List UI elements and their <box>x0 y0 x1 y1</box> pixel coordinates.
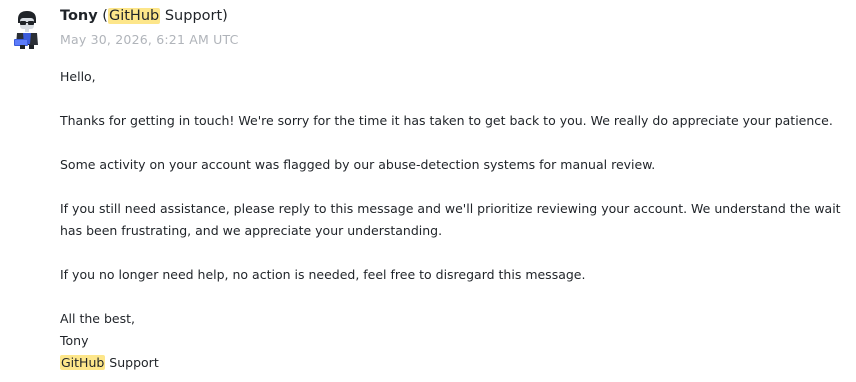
message-header: Tony (GitHub Support) May 30, 2026, 6:21… <box>60 6 239 48</box>
message-timestamp[interactable]: May 30, 2026, 6:21 AM UTC <box>60 32 239 48</box>
signature-org-highlight: GitHub <box>60 355 106 370</box>
signature-org: GitHub Support <box>60 352 850 374</box>
sender-line: Tony (GitHub Support) <box>60 6 239 26</box>
message-paragraph: If you no longer need help, no action is… <box>60 267 586 282</box>
message-signoff: All the best, <box>60 311 135 326</box>
message-paragraph: Some activity on your account was flagge… <box>60 157 656 172</box>
sender-avatar[interactable] <box>11 9 43 49</box>
message-greeting: Hello, <box>60 69 96 84</box>
sender-name[interactable]: Tony <box>60 8 98 24</box>
signature-name: Tony <box>60 333 89 348</box>
sender-org-highlight: GitHub <box>107 8 161 24</box>
signature-org-rest: Support <box>105 355 159 370</box>
message-paragraph: If you still need assistance, please rep… <box>60 201 841 238</box>
sender-paren-close: ) <box>222 8 228 24</box>
message-body: Hello, Thanks for getting in touch! We'r… <box>60 66 850 374</box>
hacker-avatar-icon <box>14 11 38 49</box>
message-paragraph: Thanks for getting in touch! We're sorry… <box>60 113 833 128</box>
sender-paren-open: ( <box>97 8 108 24</box>
sender-org-rest: Support <box>160 8 223 24</box>
